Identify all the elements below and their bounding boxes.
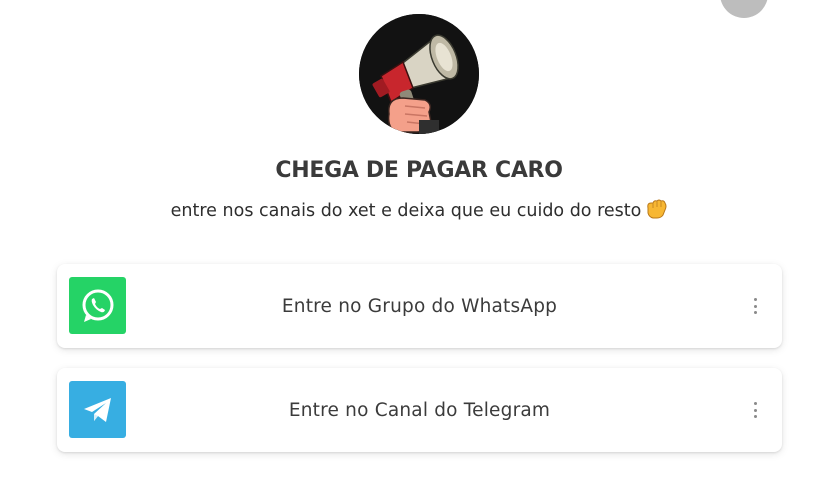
profile-bio-text: entre nos canais do xet e deixa que eu c… <box>170 201 642 221</box>
linktree-page: CHEGA DE PAGAR CARO entre nos canais do … <box>0 0 838 485</box>
whatsapp-link-label: Entre no Grupo do WhatsApp <box>281 295 558 317</box>
profile-title: CHEGA DE PAGAR CARO <box>275 158 563 183</box>
account-avatar[interactable] <box>720 0 768 18</box>
whatsapp-link-card[interactable]: Entre no Grupo do WhatsApp <box>57 264 782 348</box>
more-options-icon[interactable] <box>748 400 762 420</box>
profile-bio: entre nos canais do xet e deixa que eu c… <box>0 199 838 224</box>
telegram-icon <box>69 381 126 438</box>
telegram-link-card[interactable]: Entre no Canal do Telegram <box>57 368 782 452</box>
telegram-link-label: Entre no Canal do Telegram <box>288 399 551 421</box>
megaphone-icon <box>359 14 479 134</box>
profile-avatar <box>359 14 479 134</box>
more-options-icon[interactable] <box>748 296 762 316</box>
whatsapp-icon <box>69 277 126 334</box>
fist-icon <box>645 199 667 224</box>
